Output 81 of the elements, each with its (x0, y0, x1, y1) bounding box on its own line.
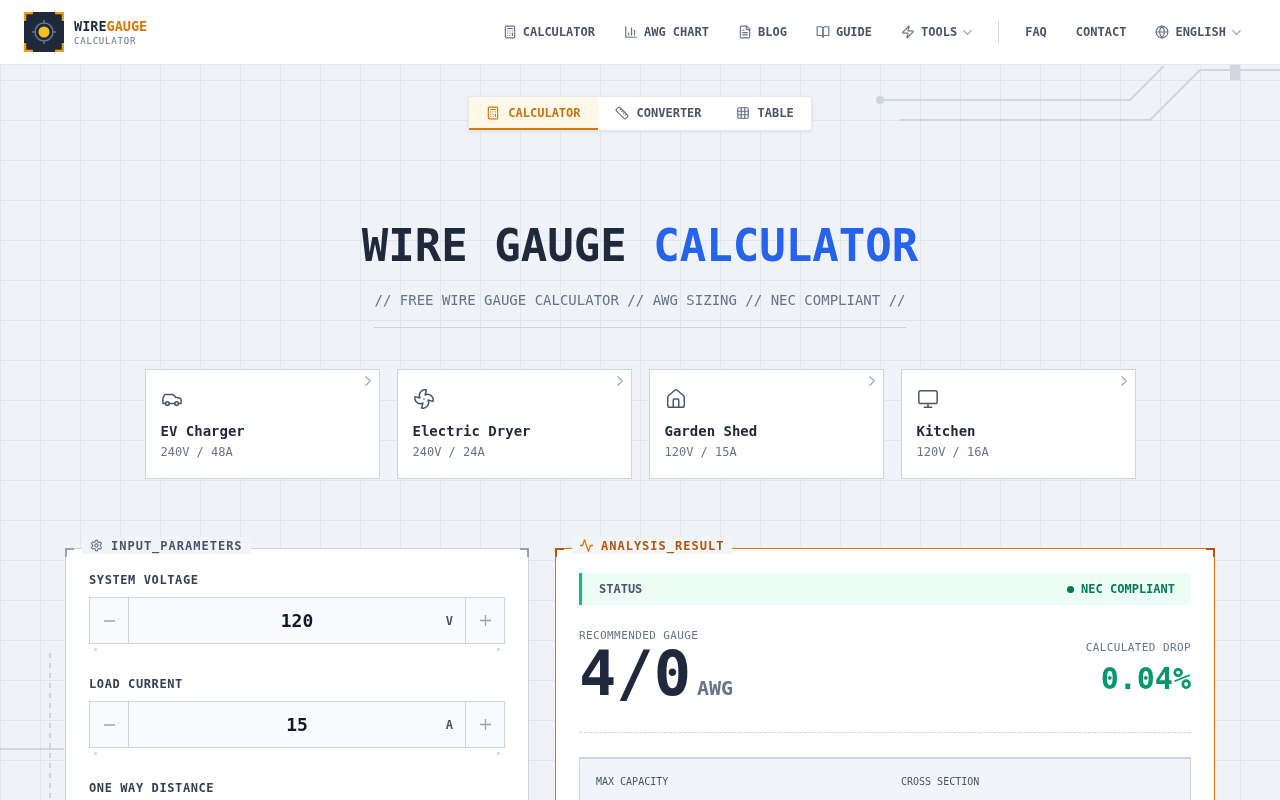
book-icon (815, 25, 830, 39)
gauge-unit: AWG (697, 676, 734, 700)
detail-label: MAX CAPACITY (596, 775, 670, 789)
preset-card[interactable]: Garden Shed 120V / 15A (648, 369, 884, 479)
fan-icon (412, 388, 435, 410)
unit-label: V (444, 613, 454, 628)
chevron-right-icon (868, 376, 875, 386)
corner-bracket (555, 548, 564, 557)
preset-name: EV Charger (160, 423, 245, 440)
chevron-down-icon (1232, 29, 1241, 35)
nav-link[interactable]: BLOG (738, 24, 787, 40)
decrement-button[interactable] (89, 701, 129, 748)
corner-bracket (520, 548, 529, 557)
panel-title: INPUT_PARAMETERS (111, 537, 243, 554)
preset-spec: 120V / 15A (664, 445, 737, 460)
table-icon (735, 105, 750, 120)
nav-link[interactable]: FAQ (1025, 24, 1047, 40)
nav-link[interactable]: TOOLS (901, 24, 973, 40)
lightning-icon (901, 25, 916, 39)
minus-icon (103, 619, 115, 622)
tab[interactable]: TABLE (718, 97, 811, 130)
preset-spec: 240V / 48A (160, 445, 233, 460)
gauge-label: RECOMMENDED GAUGE (579, 629, 699, 643)
nav-link[interactable]: CALCULATOR (502, 24, 595, 40)
preset-card[interactable]: Electric Dryer 240V / 24A (396, 369, 632, 479)
increment-button[interactable] (465, 597, 505, 644)
globe-icon (1155, 25, 1170, 39)
brand-tagline: CALCULATOR (74, 34, 138, 47)
plus-icon (479, 719, 491, 730)
number-field[interactable]: 120 V (129, 597, 465, 644)
status-dot-icon (1067, 585, 1075, 593)
monitor-icon (916, 388, 939, 410)
drop-label: CALCULATED DROP (1085, 641, 1191, 655)
pulse-icon (580, 539, 593, 552)
nav-link[interactable]: CONTACT (1075, 24, 1127, 40)
chevron-right-icon (616, 376, 623, 386)
brand-name: WIREGAUGE (74, 17, 148, 34)
minus-icon (103, 723, 115, 726)
nav-link[interactable]: AWG CHART (623, 24, 709, 40)
dot-icon (94, 752, 97, 755)
bar-chart-icon (623, 25, 638, 39)
number-field[interactable]: 15 A (129, 701, 465, 748)
language-selector[interactable]: ENGLISH (1155, 24, 1241, 40)
dot-icon (497, 648, 500, 651)
document-icon (738, 25, 752, 39)
page-title: WIRE GAUGE CALCULATOR (361, 222, 919, 270)
gauge-value: 4/0 (579, 643, 691, 705)
preset-card[interactable]: EV Charger 240V / 48A (144, 369, 380, 479)
decrement-button[interactable] (89, 597, 129, 644)
preset-card[interactable]: Kitchen 120V / 16A (900, 369, 1136, 479)
field-label: LOAD CURRENT (89, 676, 184, 692)
preset-spec: 240V / 24A (412, 445, 485, 460)
chevron-right-icon (364, 376, 371, 386)
drop-value: 0.04% (1100, 664, 1191, 694)
corner-bracket (1206, 548, 1215, 557)
ruler-icon (614, 105, 629, 120)
field-label: ONE WAY DISTANCE (89, 780, 216, 796)
house-icon (664, 388, 687, 410)
preset-name: Kitchen (916, 423, 976, 440)
calculator-icon (486, 105, 501, 120)
dot-icon (94, 648, 97, 651)
nav-link[interactable]: GUIDE (815, 24, 873, 40)
status-label: STATUS (599, 582, 643, 596)
unit-label: A (444, 717, 454, 732)
increment-button[interactable] (465, 701, 505, 748)
panel-title: ANALYSIS_RESULT (601, 537, 725, 554)
detail-label: CROSS SECTION (901, 775, 981, 789)
preset-name: Garden Shed (664, 423, 758, 440)
preset-name: Electric Dryer (412, 423, 531, 440)
status-value: NEC COMPLIANT (1081, 582, 1175, 596)
tab[interactable]: CONVERTER (597, 97, 719, 130)
plus-icon (479, 615, 491, 626)
dot-icon (497, 752, 500, 755)
page-subtitle: // FREE WIRE GAUGE CALCULATOR // AWG SIZING // NEC COMPLIANT // (374, 292, 906, 328)
corner-bracket (65, 548, 74, 557)
preset-spec: 120V / 16A (916, 445, 989, 460)
calculator-icon (502, 25, 517, 39)
logo-icon (24, 12, 64, 52)
field-label: SYSTEM VOLTAGE (89, 572, 200, 588)
settings-icon (90, 539, 103, 552)
chevron-right-icon (1120, 376, 1127, 386)
